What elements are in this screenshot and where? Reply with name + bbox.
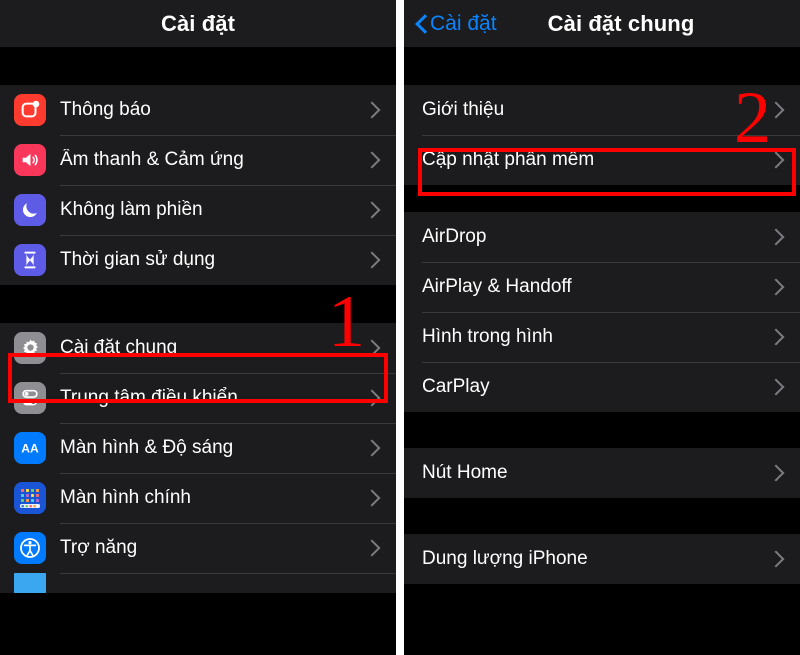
row-label: Âm thanh & Cảm ứng [60, 149, 244, 170]
section-spacer [404, 185, 800, 212]
settings-row-control-center[interactable]: Trung tâm điều khiển [0, 373, 396, 423]
chevron-right-icon [770, 100, 782, 120]
display-brightness-icon: AA [14, 432, 46, 464]
chevron-right-icon [770, 277, 782, 297]
section-spacer [404, 498, 800, 534]
settings-group-1: Thông báo Âm thanh & Cảm ứng Không làm p… [0, 85, 396, 285]
settings-row-partial[interactable] [0, 573, 396, 593]
row-label: Giới thiệu [422, 99, 505, 120]
chevron-right-icon [366, 388, 378, 408]
row-label: Màn hình chính [60, 487, 191, 508]
chevron-right-icon [366, 488, 378, 508]
back-button-label: Cài đặt [430, 11, 497, 35]
settings-row-sounds-haptics[interactable]: Âm thanh & Cảm ứng [0, 135, 396, 185]
general-row-airplay-handoff[interactable]: AirPlay & Handoff [404, 262, 800, 312]
partial-blue-icon [14, 573, 46, 593]
chevron-right-icon [770, 549, 782, 569]
row-label: Dung lượng iPhone [422, 548, 588, 569]
settings-row-screen-time[interactable]: Thời gian sử dụng [0, 235, 396, 285]
section-spacer [404, 48, 800, 85]
chevron-right-icon [770, 377, 782, 397]
general-group-4: Dung lượng iPhone [404, 534, 800, 584]
chevron-right-icon [366, 338, 378, 358]
row-label: Cập nhật phần mềm [422, 149, 595, 170]
row-label: Trung tâm điều khiển [60, 387, 238, 408]
row-label: CarPlay [422, 376, 490, 397]
panel-divider [396, 0, 404, 655]
settings-row-accessibility[interactable]: Trợ năng [0, 523, 396, 573]
general-row-picture-in-picture[interactable]: Hình trong hình [404, 312, 800, 362]
row-label: Cài đặt chung [60, 337, 178, 358]
page-title: Cài đặt [160, 10, 236, 36]
screenshot-stage: Cài đặt Thông báo Âm thanh & Cảm ứng Khô… [0, 0, 800, 655]
right-navbar: Cài đặt Cài đặt chung [404, 0, 800, 48]
row-label: Nút Home [422, 462, 508, 483]
chevron-right-icon [770, 327, 782, 347]
settings-row-general[interactable]: Cài đặt chung [0, 323, 396, 373]
svg-text:AA: AA [21, 442, 39, 456]
do-not-disturb-icon [14, 194, 46, 226]
settings-screen-panel: Cài đặt Thông báo Âm thanh & Cảm ứng Khô… [0, 0, 396, 655]
general-row-about[interactable]: Giới thiệu [404, 85, 800, 135]
general-settings-screen-panel: Cài đặt Cài đặt chung Giới thiệu Cập nhậ… [404, 0, 800, 655]
row-label: Hình trong hình [422, 326, 553, 347]
settings-group-2: Cài đặt chung Trung tâm điều khiển AA Mà… [0, 323, 396, 593]
general-gear-icon [14, 332, 46, 364]
chevron-right-icon [770, 150, 782, 170]
notifications-icon [14, 94, 46, 126]
section-spacer [0, 285, 396, 323]
home-screen-icon [14, 482, 46, 514]
general-row-home-button[interactable]: Nút Home [404, 448, 800, 498]
row-label: Màn hình & Độ sáng [60, 437, 234, 458]
general-row-carplay[interactable]: CarPlay [404, 362, 800, 412]
settings-row-notifications[interactable]: Thông báo [0, 85, 396, 135]
settings-row-home-screen[interactable]: Màn hình chính [0, 473, 396, 523]
general-group-2: AirDrop AirPlay & Handoff Hình trong hìn… [404, 212, 800, 412]
chevron-right-icon [366, 438, 378, 458]
left-navbar: Cài đặt [0, 0, 396, 48]
section-spacer [404, 412, 800, 448]
row-label: AirDrop [422, 226, 487, 247]
accessibility-icon [14, 532, 46, 564]
row-label: AirPlay & Handoff [422, 276, 572, 297]
back-button[interactable]: Cài đặt [416, 0, 497, 47]
row-label: Thời gian sử dụng [60, 249, 216, 270]
general-row-iphone-storage[interactable]: Dung lượng iPhone [404, 534, 800, 584]
row-label: Trợ năng [60, 537, 138, 558]
section-spacer [0, 48, 396, 85]
sounds-haptics-icon [14, 144, 46, 176]
row-label: Thông báo [60, 99, 151, 120]
page-title: Cài đặt chung [547, 10, 695, 36]
general-group-1: Giới thiệu Cập nhật phần mềm [404, 85, 800, 185]
chevron-right-icon [366, 150, 378, 170]
row-label: Không làm phiền [60, 199, 203, 220]
general-row-airdrop[interactable]: AirDrop [404, 212, 800, 262]
chevron-right-icon [366, 100, 378, 120]
chevron-right-icon [366, 538, 378, 558]
chevron-left-icon [416, 14, 427, 33]
chevron-right-icon [366, 250, 378, 270]
settings-row-display-brightness[interactable]: AA Màn hình & Độ sáng [0, 423, 396, 473]
chevron-right-icon [770, 463, 782, 483]
settings-row-do-not-disturb[interactable]: Không làm phiền [0, 185, 396, 235]
general-row-software-update[interactable]: Cập nhật phần mềm [404, 135, 800, 185]
screen-time-icon [14, 244, 46, 276]
chevron-right-icon [366, 200, 378, 220]
chevron-right-icon [770, 227, 782, 247]
general-group-3: Nút Home [404, 448, 800, 498]
control-center-icon [14, 382, 46, 414]
